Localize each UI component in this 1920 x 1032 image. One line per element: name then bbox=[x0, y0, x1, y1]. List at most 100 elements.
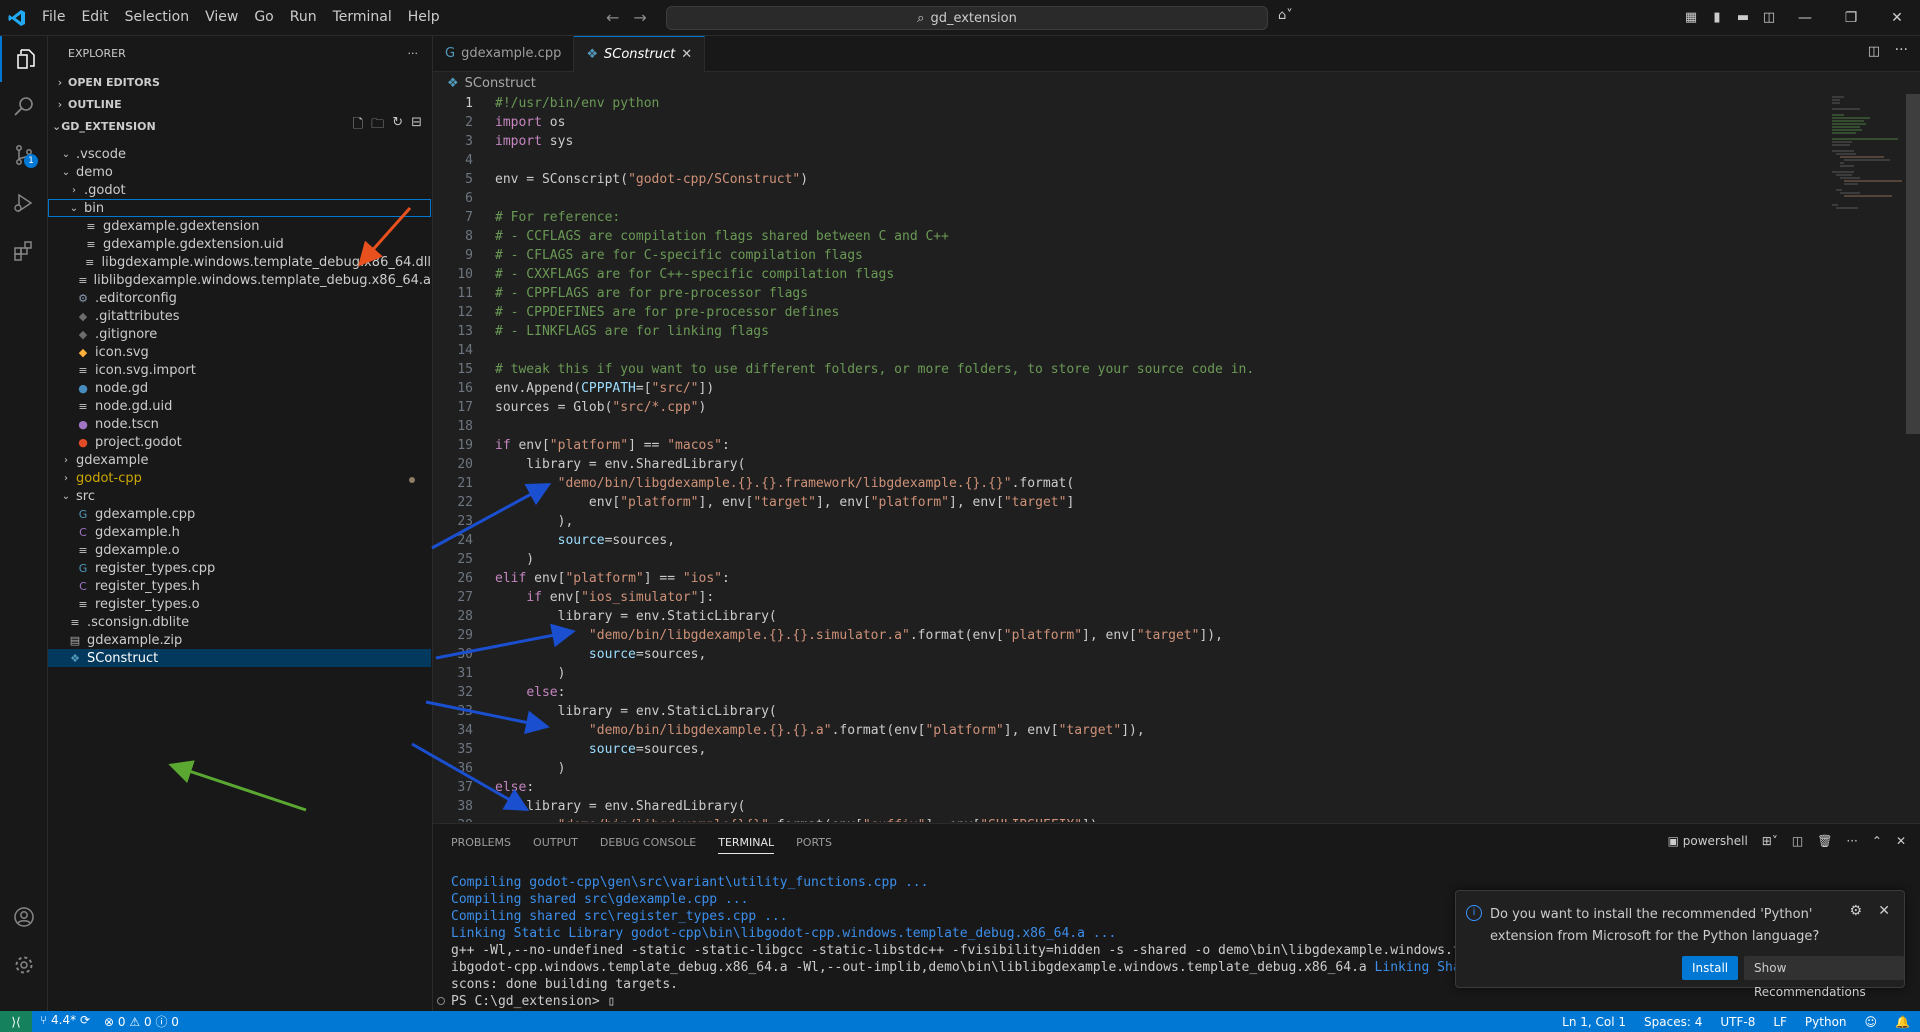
install-button[interactable]: Install bbox=[1682, 956, 1739, 980]
tree-item[interactable]: ≡ liblibgdexample.windows.template_debug.… bbox=[48, 271, 431, 289]
code-editor[interactable]: 1 #!/usr/bin/env python 2 import os 3 import … bbox=[433, 94, 1903, 822]
minimize-icon[interactable]: — bbox=[1782, 10, 1828, 26]
tree-item[interactable]: ≡ gdexample.gdextension.uid bbox=[48, 235, 431, 253]
tree-item[interactable]: ◆ icon.svg bbox=[48, 343, 431, 361]
tree-item[interactable]: ⌄ .vscode bbox=[48, 145, 431, 163]
tree-item[interactable]: ◆ .gitignore bbox=[48, 325, 431, 343]
tree-item[interactable]: ◆ .gitattributes bbox=[48, 307, 431, 325]
tree-item[interactable]: ● node.tscn bbox=[48, 415, 431, 433]
new-folder-icon[interactable]: 🗀 bbox=[371, 115, 384, 137]
tree-item[interactable]: ≡ gdexample.gdextension bbox=[48, 217, 431, 235]
menu-file[interactable]: File bbox=[34, 0, 73, 35]
new-file-icon[interactable]: 🗋 bbox=[353, 115, 363, 137]
tree-item[interactable]: Cregister_types.h bbox=[48, 577, 431, 595]
tab-problems[interactable]: PROBLEMS bbox=[451, 836, 511, 849]
close-window-icon[interactable]: ✕ bbox=[1874, 10, 1920, 26]
tree-item[interactable]: ≡ gdexample.o bbox=[48, 541, 431, 559]
encoding[interactable]: UTF-8 bbox=[1720, 1015, 1755, 1029]
tree-item[interactable]: ⚙ .editorconfig bbox=[48, 289, 431, 307]
restore-icon[interactable]: ❐ bbox=[1828, 10, 1874, 26]
tree-item[interactable]: › .godot bbox=[48, 181, 431, 199]
search-icon[interactable] bbox=[0, 84, 47, 130]
remote-indicator-icon[interactable]: ⟩⟨ bbox=[0, 1011, 32, 1032]
project-section[interactable]: ⌄GD_EXTENSION 🗋 🗀 ↻ ⊟ bbox=[48, 115, 432, 137]
problems-indicator[interactable]: ⊗ 0 ⚠ 0 ⓘ 0 bbox=[104, 1013, 179, 1030]
tab-terminal[interactable]: TERMINAL bbox=[718, 831, 775, 854]
toggle-secondary-sidebar-icon[interactable]: ◫ bbox=[1756, 10, 1782, 25]
tree-item[interactable]: ● project.godot bbox=[48, 433, 431, 451]
tree-item-label: liblibgdexample.windows.template_debug.x… bbox=[93, 272, 431, 288]
tree-item[interactable]: Ggdexample.cpp bbox=[48, 505, 431, 523]
tree-item[interactable]: ≡ libgdexample.windows.template_debug.x86… bbox=[48, 253, 431, 271]
notifications-bell-icon[interactable]: 🔔 bbox=[1895, 1015, 1910, 1029]
menu-view[interactable]: View bbox=[197, 0, 246, 35]
indentation[interactable]: Spaces: 4 bbox=[1644, 1015, 1702, 1029]
toggle-sidebar-icon[interactable]: ▮ bbox=[1704, 10, 1730, 25]
split-terminal-icon[interactable]: ◫ bbox=[1792, 834, 1803, 848]
close-panel-icon[interactable]: ✕ bbox=[1896, 834, 1906, 848]
copilot-status-icon[interactable]: ☺ bbox=[1865, 1015, 1878, 1029]
refresh-icon[interactable]: ↻ bbox=[392, 115, 403, 137]
extensions-icon[interactable] bbox=[0, 228, 47, 274]
tab-sconstruct[interactable]: ❖ SConstruct ✕ bbox=[574, 36, 706, 72]
menu-run[interactable]: Run bbox=[282, 0, 325, 35]
run-debug-icon[interactable] bbox=[0, 180, 47, 226]
tree-item[interactable]: ● node.gd bbox=[48, 379, 431, 397]
explorer-icon[interactable] bbox=[0, 36, 49, 82]
menu-terminal[interactable]: Terminal bbox=[325, 0, 400, 35]
tree-item[interactable]: ⌄ demo bbox=[48, 163, 431, 181]
command-center-search[interactable]: ⌕ gd_extension bbox=[666, 6, 1268, 30]
language-mode[interactable]: Python bbox=[1805, 1015, 1847, 1029]
end-of-line[interactable]: LF bbox=[1773, 1015, 1787, 1029]
open-editors-section[interactable]: › OPEN EDITORS bbox=[48, 71, 432, 93]
close-tab-icon[interactable]: ✕ bbox=[681, 47, 692, 62]
tab-debug-console[interactable]: DEBUG CONSOLE bbox=[600, 836, 696, 849]
tree-item[interactable]: ≡ icon.svg.import bbox=[48, 361, 431, 379]
editor-scrollbar[interactable] bbox=[1906, 94, 1920, 434]
cursor-position[interactable]: Ln 1, Col 1 bbox=[1562, 1015, 1626, 1029]
tree-item[interactable]: › gdexample bbox=[48, 451, 431, 469]
breadcrumb-file[interactable]: SConstruct bbox=[465, 76, 536, 91]
tree-item[interactable]: Cgdexample.h bbox=[48, 523, 431, 541]
menu-edit[interactable]: Edit bbox=[73, 0, 116, 35]
toast-settings-icon[interactable]: ⚙ bbox=[1849, 903, 1862, 919]
tree-item[interactable]: ≡ register_types.o bbox=[48, 595, 431, 613]
collapse-all-icon[interactable]: ⊟ bbox=[411, 115, 422, 137]
tree-item[interactable]: ⌄ bin bbox=[48, 199, 431, 217]
toggle-panel-icon[interactable]: ▬ bbox=[1730, 10, 1756, 25]
manage-gear-icon[interactable] bbox=[0, 942, 47, 988]
tree-item[interactable]: › godot-cpp bbox=[48, 469, 431, 487]
tree-item[interactable]: ❖ SConstruct bbox=[48, 649, 431, 667]
accounts-icon[interactable] bbox=[0, 894, 47, 940]
maximize-panel-icon[interactable]: ⌃ bbox=[1872, 834, 1882, 848]
tree-item[interactable]: ≡ node.gd.uid bbox=[48, 397, 431, 415]
copilot-icon[interactable]: ⌂˅ bbox=[1278, 8, 1293, 23]
tree-item[interactable]: ≡ .sconsign.dblite bbox=[48, 613, 431, 631]
tab-ports[interactable]: PORTS bbox=[796, 836, 832, 849]
godot-file-icon: ● bbox=[78, 381, 88, 395]
tree-item[interactable]: ▤ gdexample.zip bbox=[48, 631, 431, 649]
more-actions-icon[interactable]: ··· bbox=[408, 47, 419, 60]
source-control-icon[interactable]: 1 bbox=[0, 132, 47, 178]
tab-gdexample-cpp[interactable]: G gdexample.cpp bbox=[433, 36, 575, 71]
split-editor-icon[interactable]: ◫ bbox=[1868, 44, 1880, 59]
more-icon[interactable]: ··· bbox=[1846, 834, 1857, 848]
menu-help[interactable]: Help bbox=[400, 0, 448, 35]
kill-terminal-icon[interactable]: 🗑 bbox=[1817, 834, 1832, 848]
tree-item[interactable]: ⌄ src bbox=[48, 487, 431, 505]
tree-item[interactable]: Gregister_types.cpp bbox=[48, 559, 431, 577]
show-recommendations-button[interactable]: Show Recommendations bbox=[1744, 956, 1904, 999]
outline-section[interactable]: › OUTLINE bbox=[48, 93, 432, 115]
toast-close-icon[interactable]: ✕ bbox=[1878, 903, 1890, 919]
tab-output[interactable]: OUTPUT bbox=[533, 836, 578, 849]
customize-layout-icon[interactable]: ▦ bbox=[1678, 10, 1704, 25]
menu-go[interactable]: Go bbox=[246, 0, 281, 35]
editor-more-icon[interactable]: ··· bbox=[1895, 42, 1908, 58]
back-arrow-icon[interactable]: ← bbox=[606, 8, 619, 27]
menu-selection[interactable]: Selection bbox=[117, 0, 198, 35]
new-terminal-icon[interactable]: ⊞˅ bbox=[1762, 834, 1778, 848]
forward-arrow-icon[interactable]: → bbox=[633, 8, 646, 27]
minimap[interactable] bbox=[1820, 94, 1920, 822]
branch-indicator[interactable]: ⑂ 4.4* ⟳ bbox=[40, 1013, 90, 1030]
terminal-shell-selector[interactable]: ▣ powershell bbox=[1668, 834, 1748, 848]
